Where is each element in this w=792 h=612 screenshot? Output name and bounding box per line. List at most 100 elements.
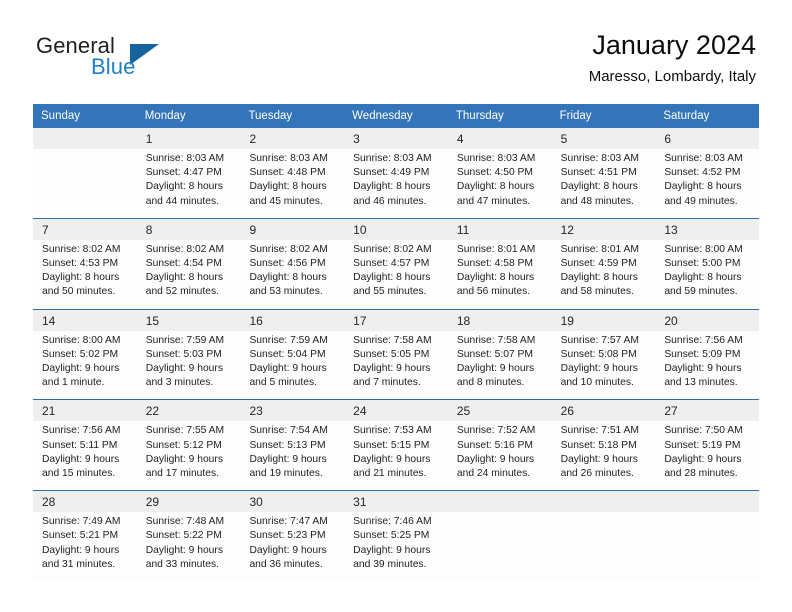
day-cell[interactable]: Sunrise: 7:59 AM Sunset: 5:04 PM Daylight:… xyxy=(240,331,344,400)
day-number[interactable]: 14 xyxy=(33,310,137,331)
day-number[interactable]: 16 xyxy=(240,310,344,331)
day-cell[interactable]: Sunrise: 7:56 AM Sunset: 5:11 PM Daylight:… xyxy=(33,421,137,490)
day-detail-line: Sunrise: 7:48 AM xyxy=(145,516,225,528)
day-cell[interactable]: Sunrise: 8:03 AM Sunset: 4:52 PM Daylight:… xyxy=(655,149,759,218)
day-cell[interactable]: Sunrise: 8:02 AM Sunset: 4:53 PM Daylight:… xyxy=(33,240,137,309)
day-number[interactable]: 20 xyxy=(655,310,759,331)
day-cell[interactable]: Sunrise: 8:01 AM Sunset: 4:58 PM Daylight:… xyxy=(448,240,552,309)
day-detail-line: and 59 minutes. xyxy=(664,286,738,298)
day-detail-line: and 55 minutes. xyxy=(353,286,427,298)
day-detail-line: Sunrise: 8:00 AM xyxy=(664,243,743,255)
day-detail-line: Sunrise: 8:02 AM xyxy=(249,243,328,255)
day-number[interactable]: 5 xyxy=(552,128,656,149)
day-detail-line: and 1 minute. xyxy=(42,377,105,389)
day-detail-line: and 52 minutes. xyxy=(145,286,219,298)
day-detail-line: and 39 minutes. xyxy=(353,558,427,570)
day-number[interactable]: 8 xyxy=(137,219,241,240)
day-cell[interactable]: Sunrise: 8:00 AM Sunset: 5:00 PM Daylight:… xyxy=(655,240,759,309)
day-number[interactable]: 21 xyxy=(33,400,137,421)
day-cell-empty xyxy=(33,149,137,218)
day-number[interactable]: 15 xyxy=(137,310,241,331)
day-number[interactable]: 25 xyxy=(448,400,552,421)
day-cell[interactable]: Sunrise: 8:03 AM Sunset: 4:47 PM Daylight:… xyxy=(137,149,241,218)
day-cell[interactable]: Sunrise: 7:46 AM Sunset: 5:25 PM Daylight:… xyxy=(344,512,448,581)
week-daydetail-band: Sunrise: 7:56 AM Sunset: 5:11 PM Daylight:… xyxy=(33,421,759,491)
day-cell[interactable]: Sunrise: 7:59 AM Sunset: 5:03 PM Daylight:… xyxy=(137,331,241,400)
day-number[interactable]: 31 xyxy=(344,491,448,512)
day-detail-line: Daylight: 8 hours xyxy=(560,181,638,193)
day-cell[interactable]: Sunrise: 7:50 AM Sunset: 5:19 PM Daylight:… xyxy=(655,421,759,490)
day-cell[interactable]: Sunrise: 7:58 AM Sunset: 5:05 PM Daylight:… xyxy=(344,331,448,400)
day-cell[interactable]: Sunrise: 7:52 AM Sunset: 5:16 PM Daylight:… xyxy=(448,421,552,490)
day-detail-line: and 17 minutes. xyxy=(145,468,219,480)
day-number[interactable]: 7 xyxy=(33,219,137,240)
day-cell[interactable]: Sunrise: 7:55 AM Sunset: 5:12 PM Daylight:… xyxy=(137,421,241,490)
day-cell[interactable]: Sunrise: 7:56 AM Sunset: 5:09 PM Daylight:… xyxy=(655,331,759,400)
day-detail-line: Daylight: 9 hours xyxy=(560,453,638,465)
calendar-weeks: 1 2 3 4 5 6 Sunrise: 8:03 AM Sunset: 4:47 PM Day… xyxy=(33,128,759,582)
day-detail-line: Daylight: 9 hours xyxy=(664,363,742,375)
day-number[interactable]: 22 xyxy=(137,400,241,421)
week-daynumber-band: 123456 xyxy=(33,128,759,149)
day-cell[interactable]: Sunrise: 7:53 AM Sunset: 5:15 PM Daylight:… xyxy=(344,421,448,490)
day-detail-line: and 58 minutes. xyxy=(560,286,634,298)
day-cell[interactable]: Sunrise: 7:58 AM Sunset: 5:07 PM Daylight:… xyxy=(448,331,552,400)
day-detail-line: Daylight: 8 hours xyxy=(664,181,742,193)
day-detail-line: Daylight: 8 hours xyxy=(42,272,120,284)
day-number[interactable]: 19 xyxy=(552,310,656,331)
day-detail-line: Sunrise: 7:53 AM xyxy=(353,425,432,437)
day-number[interactable]: 6 xyxy=(655,128,759,149)
day-cell[interactable]: Sunrise: 8:02 AM Sunset: 4:54 PM Daylight:… xyxy=(137,240,241,309)
day-cell[interactable]: Sunrise: 7:48 AM Sunset: 5:22 PM Daylight:… xyxy=(137,512,241,581)
day-detail-line: Daylight: 9 hours xyxy=(456,363,535,375)
day-detail-line: Sunset: 5:11 PM xyxy=(42,439,118,451)
day-cell[interactable]: Sunrise: 8:03 AM Sunset: 4:51 PM Daylight:… xyxy=(552,149,656,218)
day-cell[interactable]: Sunrise: 7:57 AM Sunset: 5:08 PM Daylight:… xyxy=(552,331,656,400)
day-cell[interactable]: Sunrise: 7:54 AM Sunset: 5:13 PM Daylight:… xyxy=(240,421,344,490)
day-number[interactable]: 3 xyxy=(344,128,448,149)
day-detail-line: Sunrise: 8:00 AM xyxy=(42,334,121,346)
day-cell[interactable]: Sunrise: 8:00 AM Sunset: 5:02 PM Daylight:… xyxy=(33,331,137,400)
day-number[interactable]: 27 xyxy=(655,400,759,421)
day-detail-line: Daylight: 8 hours xyxy=(249,181,327,193)
day-number[interactable]: 30 xyxy=(240,491,344,512)
day-detail-line: Sunset: 4:57 PM xyxy=(353,258,430,270)
day-cell[interactable]: Sunrise: 8:02 AM Sunset: 4:56 PM Daylight:… xyxy=(240,240,344,309)
day-detail-line: Sunrise: 7:46 AM xyxy=(353,516,432,528)
calendar-page: General Blue January 2024 Maresso, Lomba… xyxy=(0,0,792,612)
day-detail-line: and 50 minutes. xyxy=(42,286,116,298)
day-number[interactable]: 17 xyxy=(344,310,448,331)
day-number[interactable]: 23 xyxy=(240,400,344,421)
day-number[interactable]: 18 xyxy=(448,310,552,331)
day-number[interactable]: 12 xyxy=(552,219,656,240)
day-cell[interactable]: Sunrise: 8:02 AM Sunset: 4:57 PM Daylight:… xyxy=(344,240,448,309)
day-number-empty xyxy=(655,491,759,512)
day-cell[interactable]: Sunrise: 8:03 AM Sunset: 4:50 PM Daylight:… xyxy=(448,149,552,218)
day-cell[interactable]: Sunrise: 8:01 AM Sunset: 4:59 PM Daylight:… xyxy=(552,240,656,309)
day-number[interactable]: 26 xyxy=(552,400,656,421)
day-number[interactable]: 1 xyxy=(137,128,241,149)
day-detail-line: Sunset: 4:54 PM xyxy=(145,258,222,270)
day-number[interactable]: 4 xyxy=(448,128,552,149)
day-number[interactable]: 11 xyxy=(448,219,552,240)
day-number[interactable]: 28 xyxy=(33,491,137,512)
day-detail-line: Daylight: 8 hours xyxy=(664,272,742,284)
day-cell[interactable]: Sunrise: 8:03 AM Sunset: 4:48 PM Daylight:… xyxy=(240,149,344,218)
day-detail-line: and 45 minutes. xyxy=(249,195,323,207)
day-number[interactable]: 2 xyxy=(240,128,344,149)
day-detail-line: Sunrise: 7:49 AM xyxy=(42,516,121,528)
week-daynumber-band: 21 22 23 24 25 26 27 xyxy=(33,400,759,422)
day-detail-line: and 36 minutes. xyxy=(249,558,323,570)
day-cell[interactable]: Sunrise: 7:51 AM Sunset: 5:18 PM Daylight:… xyxy=(552,421,656,490)
day-detail-line: Sunrise: 7:58 AM xyxy=(456,334,536,346)
day-cell[interactable]: Sunrise: 7:47 AM Sunset: 5:23 PM Daylight:… xyxy=(240,512,344,581)
week-daydetail-band: Sunrise: 8:03 AM Sunset: 4:47 PM Daylight:… xyxy=(33,149,759,218)
day-number[interactable]: 10 xyxy=(344,219,448,240)
day-cell[interactable]: Sunrise: 7:49 AM Sunset: 5:21 PM Daylight:… xyxy=(33,512,137,581)
day-cell[interactable]: Sunrise: 8:03 AM Sunset: 4:49 PM Daylight:… xyxy=(344,149,448,218)
day-number[interactable]: 9 xyxy=(240,219,344,240)
weekday-header-tuesday: Tuesday xyxy=(248,110,293,122)
day-number[interactable]: 29 xyxy=(137,491,241,512)
day-number[interactable]: 24 xyxy=(344,400,448,421)
day-number[interactable]: 13 xyxy=(655,219,759,240)
